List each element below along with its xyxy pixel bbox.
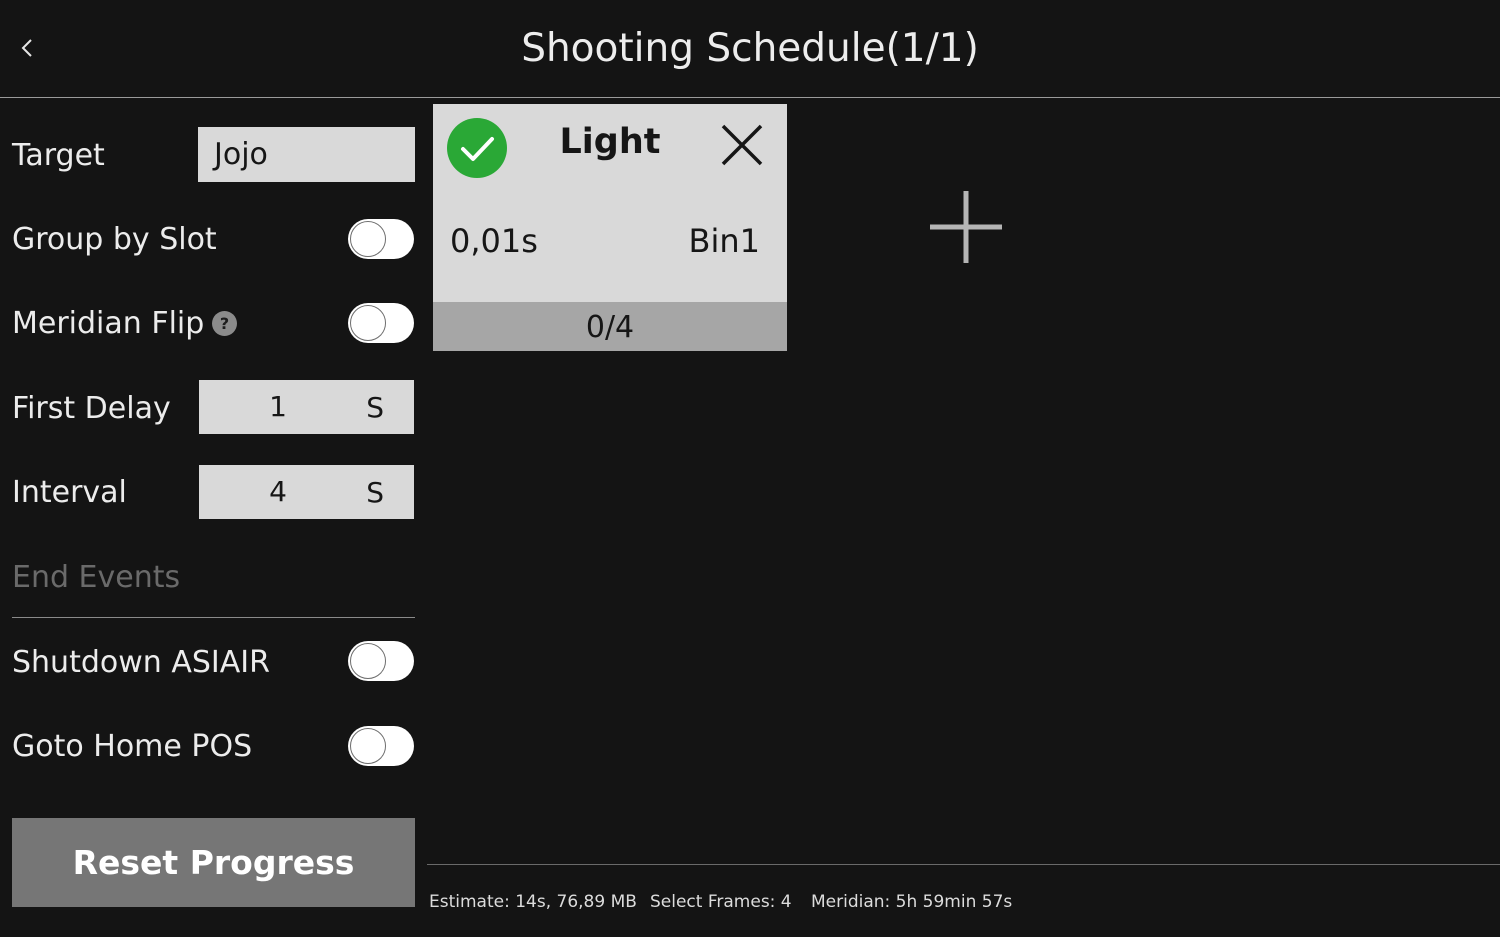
toggle-knob [350,305,386,341]
toggle-knob [350,221,386,257]
meridian-flip-toggle[interactable] [348,303,414,343]
help-icon[interactable]: ? [212,311,237,336]
first-delay-value: 1 [269,390,287,423]
target-label: Target [12,138,105,173]
shutdown-asiair-label: Shutdown ASIAIR [12,645,270,680]
frame-binning: Bin1 [688,222,760,260]
add-icon[interactable] [928,189,1004,265]
shooting-schedule-screen: Shooting Schedule(1/1) Target Jojo Group… [0,0,1500,937]
toggle-knob [350,728,386,764]
first-delay-input[interactable]: 1 S [199,380,414,434]
frame-progress-bar: 0/4 [433,302,787,351]
reset-progress-button[interactable]: Reset Progress [12,818,415,907]
group-by-slot-label: Group by Slot [12,222,217,257]
meridian-text: Meridian: 5h 59min 57s [811,892,1013,912]
footer-divider [427,864,1500,865]
group-by-slot-toggle[interactable] [348,219,414,259]
section-divider [12,617,415,618]
first-delay-label: First Delay [12,391,171,426]
end-events-heading: End Events [12,560,181,595]
first-delay-unit: S [366,391,384,424]
frame-exposure: 0,01s [450,222,538,260]
header-bar: Shooting Schedule(1/1) [0,0,1500,98]
goto-home-pos-toggle[interactable] [348,726,414,766]
page-title: Shooting Schedule(1/1) [521,26,979,71]
close-icon[interactable] [717,120,767,170]
goto-home-pos-label: Goto Home POS [12,729,253,764]
estimate-text: Estimate: 14s, 76,89 MB [429,892,637,912]
frame-card[interactable]: Light 0,01s Bin1 0/4 [433,104,787,351]
target-input[interactable]: Jojo [198,127,415,182]
interval-label: Interval [12,475,127,510]
select-frames-text: Select Frames: 4 [650,892,792,912]
interval-input[interactable]: 4 S [199,465,414,519]
toggle-knob [350,643,386,679]
shutdown-asiair-toggle[interactable] [348,641,414,681]
target-value: Jojo [214,137,268,172]
interval-value: 4 [269,475,287,508]
interval-unit: S [366,476,384,509]
frame-progress: 0/4 [585,310,635,345]
meridian-flip-label: Meridian Flip [12,306,205,341]
